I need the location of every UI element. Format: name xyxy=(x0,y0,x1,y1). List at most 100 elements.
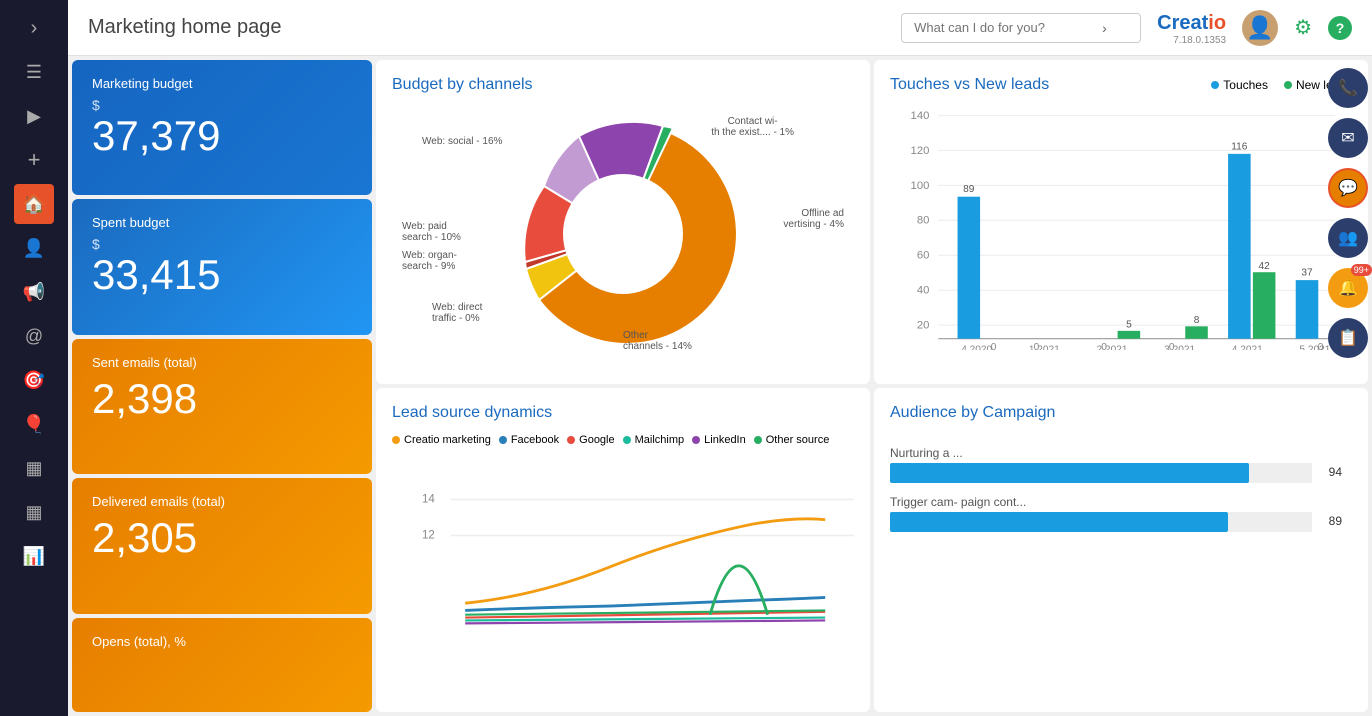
right-nav-tasks[interactable]: 📋 xyxy=(1328,318,1368,358)
logo: Creatio xyxy=(1157,9,1226,35)
nav-collapse[interactable]: › xyxy=(14,8,54,48)
trigger-fill xyxy=(890,512,1228,532)
svg-text:89: 89 xyxy=(963,184,975,195)
budget-channels-panel: Budget by channels Contact wi-th the exi… xyxy=(376,60,870,384)
lead-source-chart: 14 12 xyxy=(392,454,854,666)
svg-text:60: 60 xyxy=(917,250,930,262)
spent-budget-widget: Spent budget $ 33,415 xyxy=(72,199,372,334)
dashboard-grid: Marketing budget $ 37,379 Spent budget $… xyxy=(68,56,1372,716)
main-content: Marketing home page › Creatio 7.18.0.135… xyxy=(68,0,1372,716)
delivered-emails-value: 2,305 xyxy=(92,515,352,561)
touches-leads-panel: Touches vs New leads Touches New leads 1… xyxy=(874,60,1368,384)
bar-chart-area: 140 120 100 80 60 40 20 xyxy=(890,102,1352,350)
audience-bar-trigger: Trigger cam- paign cont... 89 xyxy=(890,495,1312,532)
svg-text:80: 80 xyxy=(917,215,930,227)
marketing-budget-value: 37,379 xyxy=(92,113,352,159)
nav-table1[interactable]: ▦ xyxy=(14,448,54,488)
donut-label-paid: Web: paidsearch - 10% xyxy=(402,221,461,243)
lead-source-legend: Creatio marketing Facebook Google Mailch… xyxy=(392,434,854,446)
svg-text:20: 20 xyxy=(917,320,930,332)
legend-touches: Touches xyxy=(1211,78,1268,92)
svg-text:40: 40 xyxy=(917,285,930,297)
logo-area: Creatio 7.18.0.1353 xyxy=(1157,9,1226,46)
donut-label-social: Web: social - 16% xyxy=(422,136,502,147)
nav-balloon[interactable]: 🎈 xyxy=(14,404,54,444)
nav-chart[interactable]: 📊 xyxy=(14,536,54,576)
nurturing-label: Nurturing a ... xyxy=(890,446,1312,460)
svg-text:100: 100 xyxy=(911,180,930,192)
sent-emails-widget: Sent emails (total) 2,398 xyxy=(72,339,372,474)
svg-text:37: 37 xyxy=(1301,268,1313,279)
svg-text:3.2021: 3.2021 xyxy=(1164,344,1195,350)
settings-icon[interactable]: ⚙ xyxy=(1294,17,1312,39)
nurturing-value: 94 xyxy=(1329,465,1342,479)
donut-label-direct: Web: directtraffic - 0% xyxy=(432,302,482,324)
svg-text:12: 12 xyxy=(422,529,435,541)
search-input[interactable] xyxy=(914,20,1094,35)
marketing-budget-label: Marketing budget xyxy=(92,76,352,91)
right-nav-phone[interactable]: 📞 xyxy=(1328,68,1368,108)
legend-other: Other source xyxy=(754,434,830,446)
donut-label-offline: Offline advertising - 4% xyxy=(783,208,844,230)
opens-label: Opens (total), % xyxy=(92,634,352,649)
audience-campaign-panel: Audience by Campaign Nurturing a ... 94 … xyxy=(874,388,1368,712)
page-title: Marketing home page xyxy=(88,16,885,39)
svg-text:8: 8 xyxy=(1194,315,1200,326)
top-bar: Marketing home page › Creatio 7.18.0.135… xyxy=(68,0,1372,56)
trigger-label: Trigger cam- paign cont... xyxy=(890,495,1312,509)
nav-home[interactable]: 🏠 xyxy=(14,184,54,224)
nav-campaigns[interactable]: 📢 xyxy=(14,272,54,312)
legend-google: Google xyxy=(567,434,614,446)
marketing-budget-currency: $ xyxy=(92,97,352,113)
sent-emails-label: Sent emails (total) xyxy=(92,355,352,370)
lead-source-svg: 14 12 xyxy=(422,454,854,666)
budget-channels-title: Budget by channels xyxy=(392,76,854,94)
svg-text:116: 116 xyxy=(1231,141,1248,152)
trigger-value: 89 xyxy=(1329,514,1342,528)
notification-badge: 99+ xyxy=(1351,264,1372,276)
gear-icon-container: ⚙ xyxy=(1294,15,1312,40)
avatar[interactable]: 👤 xyxy=(1242,10,1278,46)
right-nav-team[interactable]: 👥 xyxy=(1328,218,1368,258)
legend-mailchimp: Mailchimp xyxy=(623,434,685,446)
nav-play[interactable]: ▶ xyxy=(14,96,54,136)
search-box[interactable]: › xyxy=(901,13,1141,43)
spent-budget-currency: $ xyxy=(92,236,352,252)
nav-add[interactable]: + xyxy=(14,140,54,180)
svg-text:42: 42 xyxy=(1259,261,1271,272)
donut-label-other: Otherchannels - 14% xyxy=(623,330,692,352)
right-nav-bell[interactable]: 🔔 99+ xyxy=(1328,268,1368,308)
nav-target[interactable]: 🎯 xyxy=(14,360,54,400)
svg-text:120: 120 xyxy=(911,145,930,157)
opens-widget: Opens (total), % xyxy=(72,618,372,712)
right-nav-chat[interactable]: 💬 xyxy=(1328,168,1368,208)
delivered-emails-label: Delivered emails (total) xyxy=(92,494,352,509)
nav-contacts[interactable]: 👤 xyxy=(14,228,54,268)
lead-source-title: Lead source dynamics xyxy=(392,404,854,422)
spent-budget-value: 33,415 xyxy=(92,252,352,298)
audience-bars: Nurturing a ... 94 Trigger cam- paign co… xyxy=(890,438,1352,532)
nav-table2[interactable]: ▦ xyxy=(14,492,54,532)
delivered-emails-widget: Delivered emails (total) 2,305 xyxy=(72,478,372,613)
svg-text:4.2020: 4.2020 xyxy=(961,344,992,350)
donut-chart-container: Contact wi-th the exist.... - 1% Web: so… xyxy=(392,106,854,362)
donut-chart-svg xyxy=(493,104,753,364)
right-nav-email[interactable]: ✉ xyxy=(1328,118,1368,158)
search-arrow-icon: › xyxy=(1102,20,1107,36)
marketing-budget-widget: Marketing budget $ 37,379 xyxy=(72,60,372,195)
logo-version: 7.18.0.1353 xyxy=(1173,35,1226,46)
right-nav: 📞 ✉ 💬 👥 🔔 99+ 📋 xyxy=(1324,60,1372,370)
audience-campaign-title: Audience by Campaign xyxy=(890,404,1352,422)
nav-email[interactable]: @ xyxy=(14,316,54,356)
svg-text:2.2021: 2.2021 xyxy=(1096,344,1127,350)
nurturing-track: 94 xyxy=(890,463,1312,483)
left-column: Marketing budget $ 37,379 Spent budget $… xyxy=(72,60,372,712)
help-icon[interactable]: ? xyxy=(1328,16,1352,40)
nav-menu[interactable]: ☰ xyxy=(14,52,54,92)
donut-label-organic: Web: organ-search - 9% xyxy=(402,250,457,272)
legend-linkedin: LinkedIn xyxy=(692,434,746,446)
nurturing-fill xyxy=(890,463,1249,483)
sent-emails-value: 2,398 xyxy=(92,376,352,422)
lead-source-panel: Lead source dynamics Creatio marketing F… xyxy=(376,388,870,712)
audience-bar-nurturing: Nurturing a ... 94 xyxy=(890,446,1312,483)
